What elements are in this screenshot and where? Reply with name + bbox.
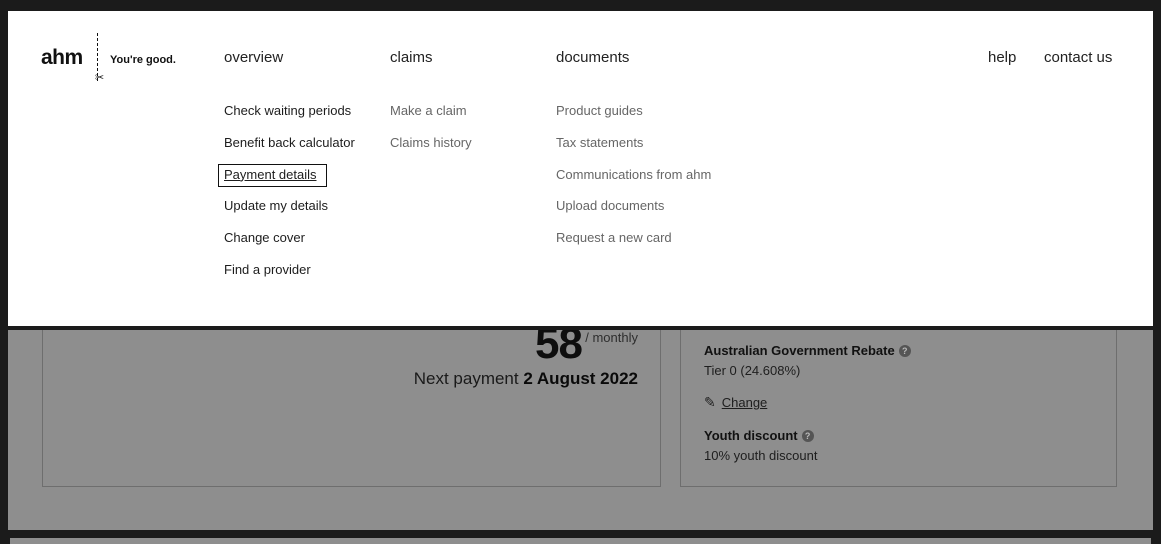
logo-wordmark: ahm xyxy=(41,46,83,69)
nav-help[interactable]: help xyxy=(988,49,1016,66)
scissors-icon: ✂ xyxy=(95,72,105,84)
change-rebate-link[interactable]: ✎ Change xyxy=(704,394,767,411)
rebate-title-text: Australian Government Rebate xyxy=(704,343,895,358)
menu-item-upload-documents[interactable]: Upload documents xyxy=(556,198,711,230)
youth-discount-title: Youth discount? xyxy=(704,428,814,443)
pencil-icon: ✎ xyxy=(704,394,716,410)
menu-item-communications[interactable]: Communications from ahm xyxy=(556,167,711,199)
question-circle-icon[interactable]: ? xyxy=(801,430,814,442)
nav-claims[interactable]: claims xyxy=(390,49,433,66)
menu-item-payment-details[interactable]: Payment details xyxy=(218,163,329,190)
mega-menu: ahm ✂ You're good. overview Check waitin… xyxy=(8,8,1153,330)
ahm-logo[interactable]: ahm ✂ You're good. xyxy=(41,33,181,89)
claims-menu: Make a claim Claims history xyxy=(390,103,472,167)
next-payment-date: 2 August 2022 xyxy=(523,369,638,388)
menu-item-update-my-details[interactable]: Update my details xyxy=(224,198,355,230)
payment-frequency: / monthly xyxy=(585,330,638,345)
nav-contact-us[interactable]: contact us xyxy=(1044,49,1112,66)
menu-item-make-a-claim[interactable]: Make a claim xyxy=(390,103,472,135)
nav-documents[interactable]: documents xyxy=(556,49,629,66)
menu-item-check-waiting-periods[interactable]: Check waiting periods xyxy=(224,103,355,135)
overview-menu: Check waiting periods Benefit back calcu… xyxy=(218,103,355,294)
youth-title-text: Youth discount xyxy=(704,428,798,443)
menu-item-find-a-provider[interactable]: Find a provider xyxy=(224,262,355,294)
menu-item-request-new-card[interactable]: Request a new card xyxy=(556,230,711,262)
menu-item-change-cover[interactable]: Change cover xyxy=(224,230,355,262)
next-payment-label: Next payment xyxy=(413,369,519,388)
menu-item-product-guides[interactable]: Product guides xyxy=(556,103,711,135)
change-link-label[interactable]: Change xyxy=(722,395,768,410)
menu-item-payment-details-wrap: Payment details xyxy=(218,163,355,199)
menu-item-benefit-back-calculator[interactable]: Benefit back calculator xyxy=(224,135,355,167)
nav-overview[interactable]: overview xyxy=(224,49,283,66)
logo-tagline: You're good. xyxy=(110,54,176,66)
rebate-value: Tier 0 (24.608%) xyxy=(704,363,801,378)
menu-item-tax-statements[interactable]: Tax statements xyxy=(556,135,711,167)
documents-menu: Product guides Tax statements Communicat… xyxy=(556,103,711,262)
youth-discount-value: 10% youth discount xyxy=(704,448,818,463)
menu-item-claims-history[interactable]: Claims history xyxy=(390,135,472,167)
question-circle-icon[interactable]: ? xyxy=(898,345,911,357)
frame-bottom-strip xyxy=(10,538,1151,544)
rebate-title: Australian Government Rebate? xyxy=(704,343,911,358)
next-payment: Next payment 2 August 2022 xyxy=(414,369,638,389)
